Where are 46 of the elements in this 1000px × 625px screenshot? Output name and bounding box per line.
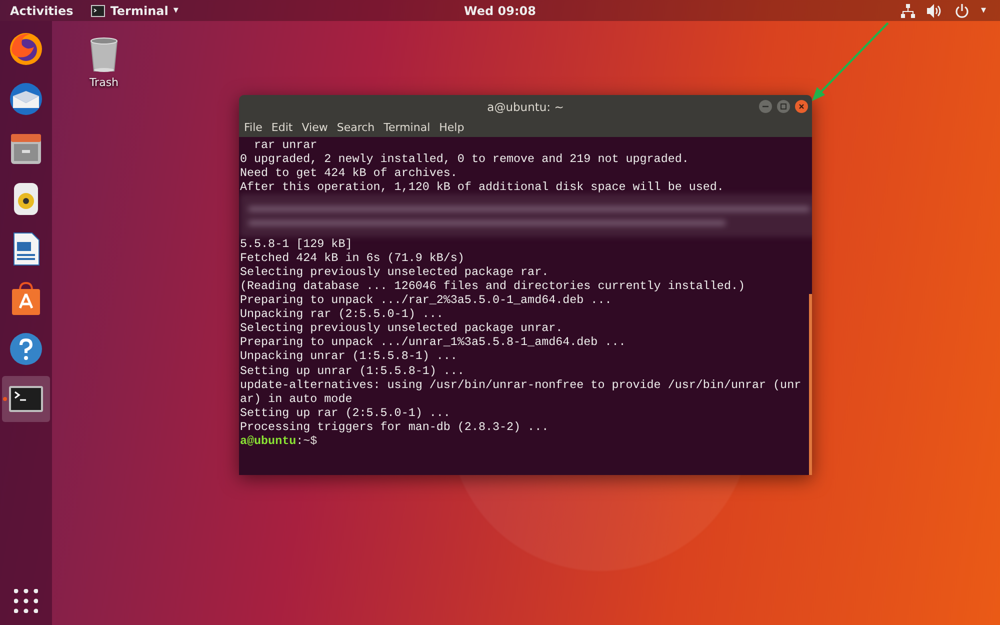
activities-button[interactable]: Activities xyxy=(0,4,84,18)
window-title: a@ubuntu: ~ xyxy=(487,100,564,114)
scrollbar[interactable] xyxy=(809,294,812,475)
terminal-line: 0 upgraded, 2 newly installed, 0 to remove and 219 not upgraded. xyxy=(240,152,690,166)
help-icon xyxy=(7,330,45,368)
trash-icon[interactable] xyxy=(88,35,120,73)
terminal-line: ar) in auto mode xyxy=(240,392,354,406)
menu-item[interactable]: Search xyxy=(336,121,375,134)
clock[interactable]: Wed 09:08 xyxy=(464,4,536,18)
mail-bird-icon xyxy=(7,80,45,118)
caret-icon[interactable]: ▾ xyxy=(980,5,986,16)
terminal-line: Processing triggers for man-db (2.8.3-2) ... xyxy=(240,420,550,434)
terminal-line: Selecting previously unselected package rar. xyxy=(240,264,550,279)
terminal-line: Fetched 424 kB in 6s (71.9 kB/s) xyxy=(240,250,466,265)
power-icon[interactable] xyxy=(954,4,969,18)
terminal-icon xyxy=(91,4,106,16)
desktop-icon-label: Trash xyxy=(89,76,119,89)
app-grid-icon[interactable] xyxy=(14,589,38,613)
menu-item[interactable]: Edit xyxy=(271,121,293,134)
menu-item[interactable]: Help xyxy=(439,121,464,134)
dock-item[interactable] xyxy=(2,376,50,422)
fox-globe-icon xyxy=(7,30,45,68)
terminal-line: Setting up rar (2:5.5.0-1) ... xyxy=(240,406,452,420)
app-menu[interactable]: Terminal ▾ xyxy=(91,4,178,18)
terminal-line: Preparing to unpack .../unrar_1%3a5.5.8-1_amd64.deb ... xyxy=(240,335,627,350)
terminal-line: (Reading database ... 126046 files and directories currently installed.) xyxy=(240,278,746,294)
network-icon[interactable] xyxy=(900,4,915,18)
terminal-line: Selecting previously unselected package unrar. xyxy=(240,321,564,336)
running-dot xyxy=(3,397,7,401)
menu-item[interactable]: Terminal xyxy=(384,121,430,134)
volume-icon[interactable] xyxy=(926,4,943,18)
close-button[interactable] xyxy=(795,100,808,113)
terminal-line: Unpacking rar (2:5.5.0-1) ... xyxy=(240,307,444,322)
terminal-line: update-alternatives: using /usr/bin/unrar-nonfree to provide /usr/bin/unrar (unr xyxy=(240,378,802,392)
terminal-line: After this operation, 1,120 kB of additional disk space will be used. xyxy=(240,180,725,194)
menu-item[interactable]: File xyxy=(244,121,262,134)
maximize-button[interactable] xyxy=(777,100,790,113)
terminal-line: Setting up unrar (1:5.5.8-1) ... xyxy=(240,364,466,378)
terminal-line: Unpacking unrar (1:5.5.8-1) ... xyxy=(240,349,458,364)
shell-prompt: a@ubuntu:~$ xyxy=(240,434,318,448)
terminal-line: 5.5.8-1 [129 kB] xyxy=(240,236,354,251)
menu-item[interactable]: View xyxy=(302,121,328,134)
terminal-line: Preparing to unpack .../rar_2%3a5.5.0-1_amd64.deb ... xyxy=(240,293,613,308)
terminal-line: Need to get 424 kB of archives. xyxy=(240,166,458,180)
terminal-line: rar unrar xyxy=(253,138,318,152)
minimize-button[interactable] xyxy=(759,100,772,113)
